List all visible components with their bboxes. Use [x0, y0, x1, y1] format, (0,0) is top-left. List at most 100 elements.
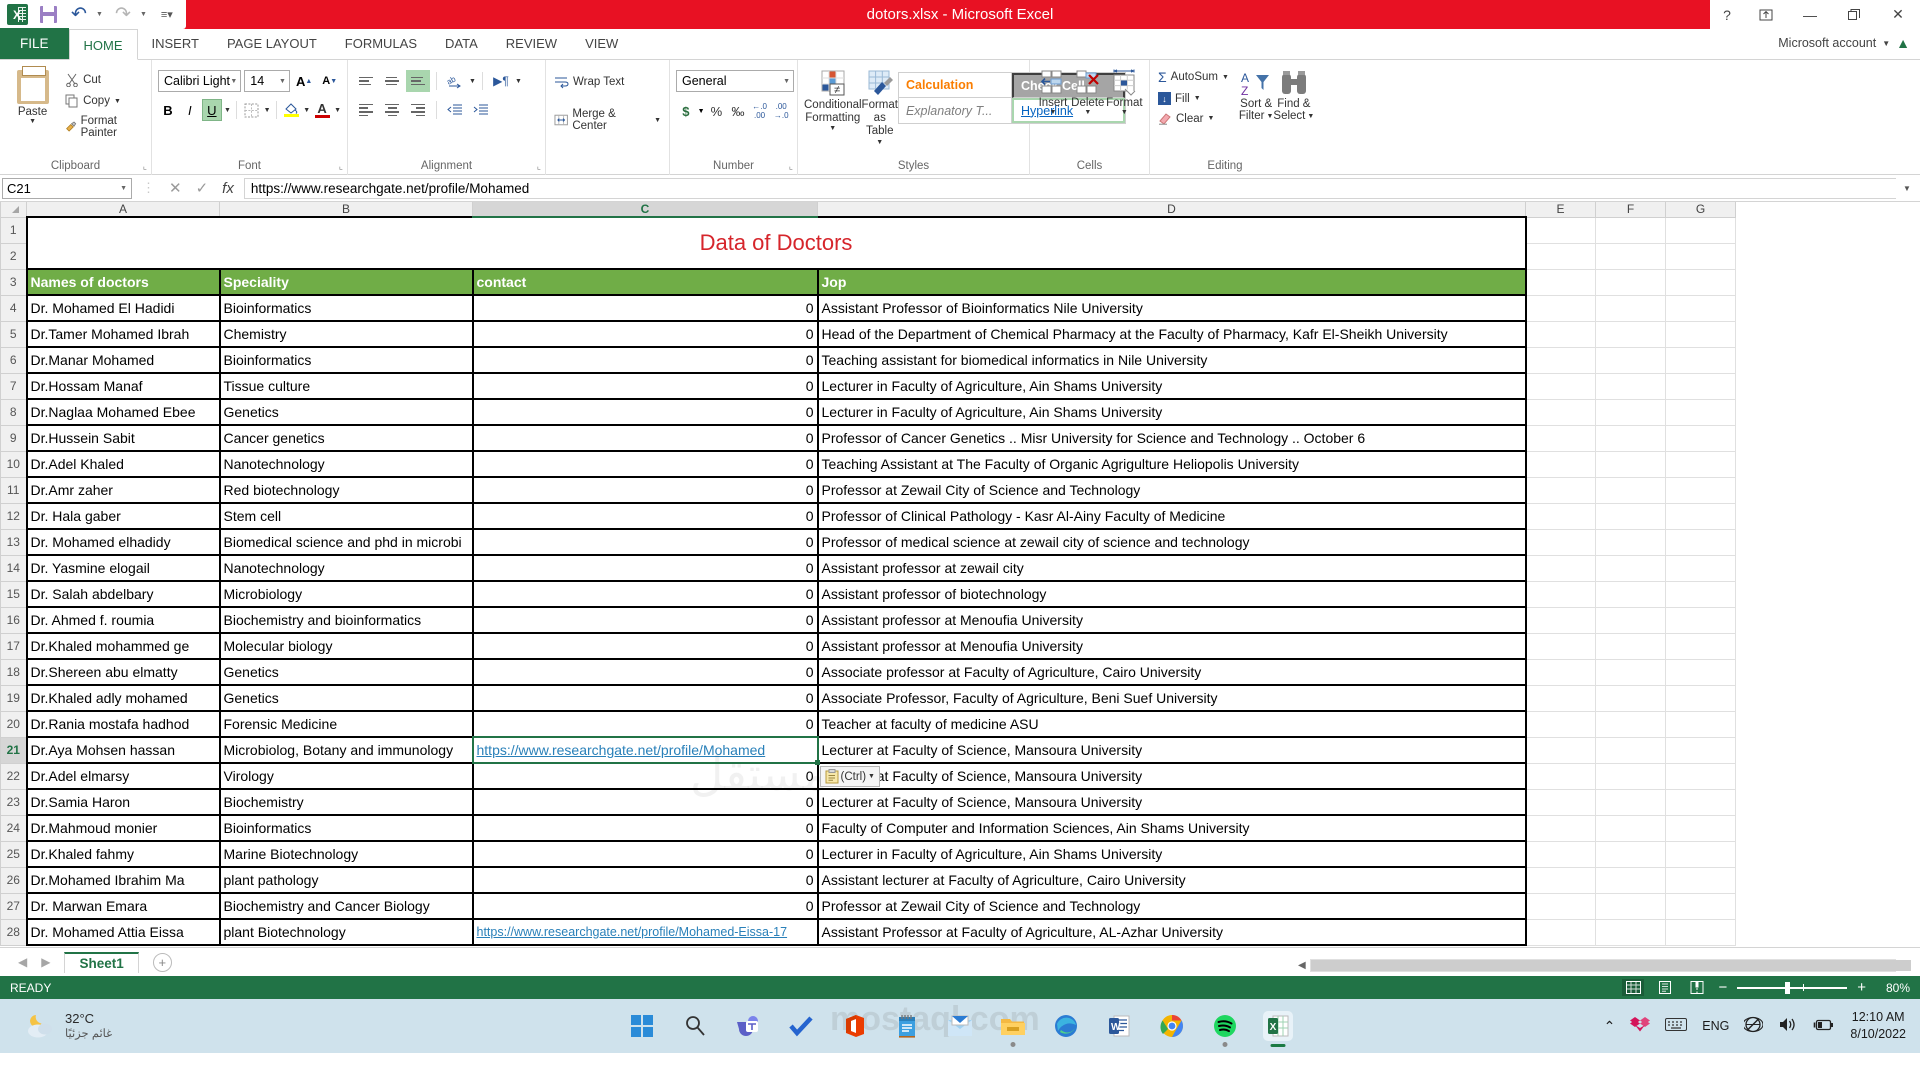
row-header-13[interactable]: 13 [1, 529, 27, 555]
cell-C25[interactable]: 0 [473, 841, 818, 867]
cell-A24[interactable]: Dr.Mahmoud monier [27, 815, 220, 841]
align-left-button[interactable] [354, 99, 378, 121]
close-button[interactable]: ✕ [1876, 0, 1920, 29]
zoom-in-button[interactable]: + [1857, 979, 1866, 996]
cell-E19[interactable] [1526, 685, 1596, 711]
next-sheet-button[interactable]: ▶ [41, 955, 50, 969]
teams-icon[interactable] [733, 1011, 763, 1041]
cancel-edit-button[interactable]: ✕ [169, 179, 182, 197]
cell-B12[interactable]: Stem cell [220, 503, 473, 529]
clipboard-dialog-launcher[interactable]: ⌞ [143, 161, 147, 172]
column-header-D[interactable]: D [818, 202, 1526, 217]
cell-C26[interactable]: 0 [473, 867, 818, 893]
cell-A13[interactable]: Dr. Mohamed elhadidy [27, 529, 220, 555]
row-header-19[interactable]: 19 [1, 685, 27, 711]
cell-B7[interactable]: Tissue culture [220, 373, 473, 399]
row-header-4[interactable]: 4 [1, 295, 27, 321]
cell-A18[interactable]: Dr.Shereen abu elmatty [27, 659, 220, 685]
cell-B23[interactable]: Biochemistry [220, 789, 473, 815]
cell-G9[interactable] [1666, 425, 1736, 451]
redo-icon[interactable]: ↷ [112, 4, 134, 25]
cell-A7[interactable]: Dr.Hossam Manaf [27, 373, 220, 399]
cell-C24[interactable]: 0 [473, 815, 818, 841]
cell-E5[interactable] [1526, 321, 1596, 347]
cell-F4[interactable] [1596, 295, 1666, 321]
number-format-select[interactable]: General ▼ [676, 70, 794, 92]
cell-D23[interactable]: Lecturer at Faculty of Science, Mansoura… [818, 789, 1526, 815]
cell-B26[interactable]: plant pathology [220, 867, 473, 893]
cell-C14[interactable]: 0 [473, 555, 818, 581]
cell-G23[interactable] [1666, 789, 1736, 815]
percent-format-button[interactable]: % [707, 100, 727, 122]
cell-B4[interactable]: Bioinformatics [220, 295, 473, 321]
cell-G10[interactable] [1666, 451, 1736, 477]
mail-icon[interactable] [945, 1011, 975, 1041]
cell-G15[interactable] [1666, 581, 1736, 607]
cell-E4[interactable] [1526, 295, 1596, 321]
cell-F27[interactable] [1596, 893, 1666, 919]
tab-page-layout[interactable]: PAGE LAYOUT [213, 28, 331, 59]
cell-D16[interactable]: Assistant professor at Menoufia Universi… [818, 607, 1526, 633]
cell-B28[interactable]: plant Biotechnology [220, 919, 473, 945]
zoom-slider-thumb[interactable] [1785, 982, 1790, 994]
cell-F17[interactable] [1596, 633, 1666, 659]
cell-G3[interactable] [1666, 269, 1736, 295]
cell-F19[interactable] [1596, 685, 1666, 711]
cell-C8[interactable]: 0 [473, 399, 818, 425]
find-select-button[interactable]: Find & Select▼ [1273, 70, 1314, 126]
increase-font-size-button[interactable]: A▲ [293, 70, 316, 92]
cell-C16[interactable]: 0 [473, 607, 818, 633]
cell-G5[interactable] [1666, 321, 1736, 347]
new-sheet-button[interactable]: + [153, 953, 172, 972]
row-header-8[interactable]: 8 [1, 399, 27, 425]
formula-input[interactable]: https://www.researchgate.net/profile/Moh… [244, 178, 1896, 199]
save-icon[interactable] [37, 4, 59, 25]
page-break-preview-button[interactable] [1686, 979, 1708, 996]
align-bottom-button[interactable] [406, 70, 430, 92]
chrome-icon[interactable] [1157, 1011, 1187, 1041]
decrease-indent-button[interactable] [443, 99, 467, 121]
cut-button[interactable]: Cut [63, 72, 145, 88]
cell-F21[interactable] [1596, 737, 1666, 763]
fill-button[interactable]: ↓ Fill ▼ [1156, 91, 1231, 106]
alignment-dialog-launcher[interactable]: ⌞ [537, 161, 541, 172]
cell-G19[interactable] [1666, 685, 1736, 711]
cell-A19[interactable]: Dr.Khaled adly mohamed [27, 685, 220, 711]
font-name-input[interactable]: Calibri Light ▼ [158, 70, 241, 92]
ribbon-display-options-button[interactable] [1744, 0, 1788, 29]
horizontal-scrollbar[interactable]: ◀ ▶ [1298, 958, 1908, 972]
text-direction-button[interactable]: ▶¶ [489, 70, 513, 92]
cell-C27[interactable]: 0 [473, 893, 818, 919]
cell-C6[interactable]: 0 [473, 347, 818, 373]
increase-decimal-button[interactable]: ←.0.00 [750, 100, 770, 122]
cell-F9[interactable] [1596, 425, 1666, 451]
cell-F14[interactable] [1596, 555, 1666, 581]
cell-D18[interactable]: Associate professor at Faculty of Agricu… [818, 659, 1526, 685]
cell-D7[interactable]: Lecturer in Faculty of Agriculture, Ain … [818, 373, 1526, 399]
cell-G14[interactable] [1666, 555, 1736, 581]
notes-icon[interactable] [892, 1011, 922, 1041]
fill-color-dropdown-icon[interactable]: ▼ [303, 107, 310, 114]
cell-C5[interactable]: 0 [473, 321, 818, 347]
accounting-format-button[interactable]: $ [676, 100, 696, 122]
cell-A11[interactable]: Dr.Amr zaher [27, 477, 220, 503]
sort-filter-button[interactable]: AZ Sort & Filter▼ [1239, 70, 1274, 126]
cell-G4[interactable] [1666, 295, 1736, 321]
cell-B9[interactable]: Cancer genetics [220, 425, 473, 451]
align-top-button[interactable] [354, 70, 378, 92]
minimize-button[interactable]: — [1788, 0, 1832, 29]
column-header-F[interactable]: F [1596, 202, 1666, 217]
cell-B21[interactable]: Microbiolog, Botany and immunology [220, 737, 473, 763]
number-dialog-launcher[interactable]: ⌞ [789, 161, 793, 172]
chevron-down-icon[interactable]: ▼ [868, 773, 875, 780]
italic-button[interactable]: I [180, 99, 200, 121]
cell-G18[interactable] [1666, 659, 1736, 685]
increase-indent-button[interactable] [469, 99, 493, 121]
tab-formulas[interactable]: FORMULAS [331, 28, 431, 59]
cell-E6[interactable] [1526, 347, 1596, 373]
office-icon[interactable] [839, 1011, 869, 1041]
row-header-9[interactable]: 9 [1, 425, 27, 451]
cell-E14[interactable] [1526, 555, 1596, 581]
cell-B25[interactable]: Marine Biotechnology [220, 841, 473, 867]
redo-dropdown-icon[interactable]: ▼ [140, 11, 147, 18]
